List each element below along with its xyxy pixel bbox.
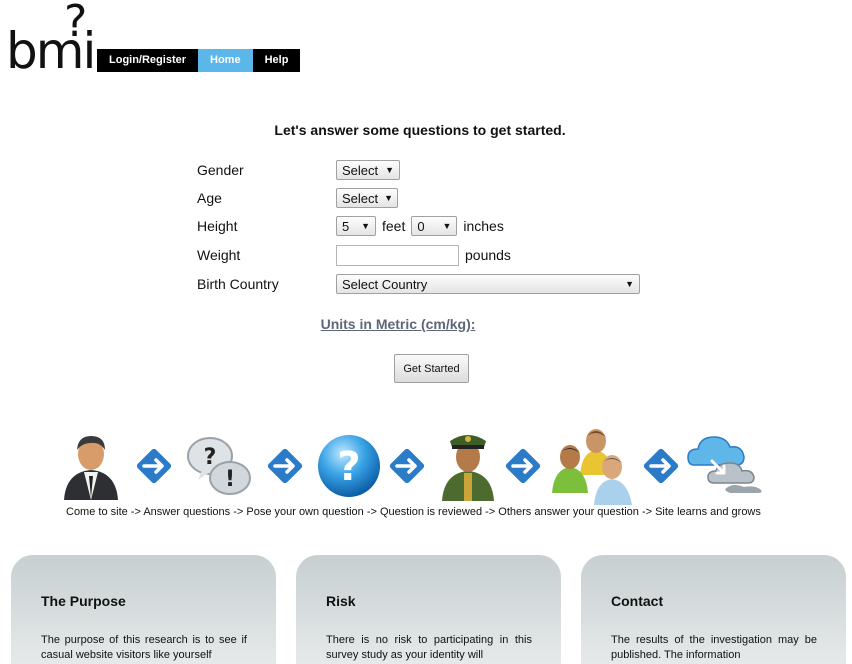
svg-text:!: !: [225, 467, 235, 492]
process-strip: ? ! ?: [0, 425, 852, 505]
height-label: Height: [197, 218, 238, 234]
question-orb-icon: ?: [318, 435, 380, 497]
process-caption: Come to site -> Answer questions -> Pose…: [66, 506, 761, 518]
group-icon: [552, 429, 632, 505]
card-title: Contact: [611, 593, 664, 609]
form-intro: Let's answer some questions to get start…: [274, 122, 566, 138]
age-select-value: Select: [342, 190, 379, 206]
card-text: There is no risk to participating in thi…: [326, 634, 532, 661]
svg-text:?: ?: [337, 444, 360, 490]
height-feet-value: 5: [342, 218, 350, 234]
gender-row: Gender Select ▼: [197, 159, 400, 181]
get-started-button[interactable]: Get Started: [394, 354, 469, 383]
arrow-right-icon: [134, 446, 174, 486]
svg-text:?: ?: [204, 445, 217, 470]
logo-question-mark: ?: [64, 0, 88, 47]
arrow-right-icon: [265, 446, 305, 486]
weight-row: Weight pounds: [197, 244, 517, 266]
country-select[interactable]: Select Country ▼: [336, 274, 640, 294]
weight-label: Weight: [197, 247, 241, 263]
officer-icon: [442, 435, 494, 501]
height-inches-select[interactable]: 0 ▼: [411, 216, 458, 236]
feet-unit-label: feet: [382, 218, 406, 234]
card-title: The Purpose: [41, 593, 126, 609]
dropdown-arrow-icon: ▼: [384, 193, 394, 203]
card-title: Risk: [326, 593, 356, 609]
nav-login-register[interactable]: Login/Register: [97, 49, 199, 72]
gender-select[interactable]: Select ▼: [336, 160, 400, 180]
arrow-right-icon: [641, 446, 681, 486]
main-nav: Login/Register Home Help: [97, 49, 301, 72]
arrow-right-icon: [503, 446, 543, 486]
country-row: Birth Country Select Country ▼: [197, 273, 640, 295]
height-inches-value: 0: [417, 218, 425, 234]
height-row: Height 5 ▼ feet 0 ▼ inches: [197, 215, 510, 237]
contact-card: Contact The results of the investigation…: [581, 555, 846, 664]
dropdown-arrow-icon: ▼: [625, 279, 634, 289]
age-label: Age: [197, 190, 222, 206]
nav-help[interactable]: Help: [252, 49, 301, 72]
site-logo[interactable]: bmi ?: [6, 0, 96, 78]
nav-home[interactable]: Home: [198, 49, 253, 72]
height-feet-select[interactable]: 5 ▼: [336, 216, 376, 236]
country-select-value: Select Country: [342, 276, 428, 292]
risk-card: Risk There is no risk to participating i…: [296, 555, 561, 664]
card-text: The purpose of this research is to see i…: [41, 634, 247, 661]
weight-input[interactable]: [336, 244, 459, 266]
age-row: Age Select ▼: [197, 187, 398, 209]
pounds-unit-label: pounds: [465, 247, 511, 263]
arrow-right-icon: [387, 446, 427, 486]
card-text: The results of the investigation may be …: [611, 634, 817, 661]
inches-unit-label: inches: [463, 218, 504, 234]
dropdown-arrow-icon: ▼: [361, 221, 370, 231]
question-bubbles-icon: ? !: [187, 437, 251, 495]
cloud-sync-icon: [687, 436, 762, 493]
gender-label: Gender: [197, 162, 244, 178]
dropdown-arrow-icon: ▼: [442, 221, 452, 231]
birth-country-label: Birth Country: [197, 276, 279, 292]
metric-units-link[interactable]: Units in Metric (cm/kg):: [0, 316, 796, 332]
gender-select-value: Select: [342, 162, 379, 178]
purpose-card: The Purpose The purpose of this research…: [11, 555, 276, 664]
person-icon: [64, 436, 118, 500]
dropdown-arrow-icon: ▼: [385, 165, 394, 175]
age-select[interactable]: Select ▼: [336, 188, 398, 208]
